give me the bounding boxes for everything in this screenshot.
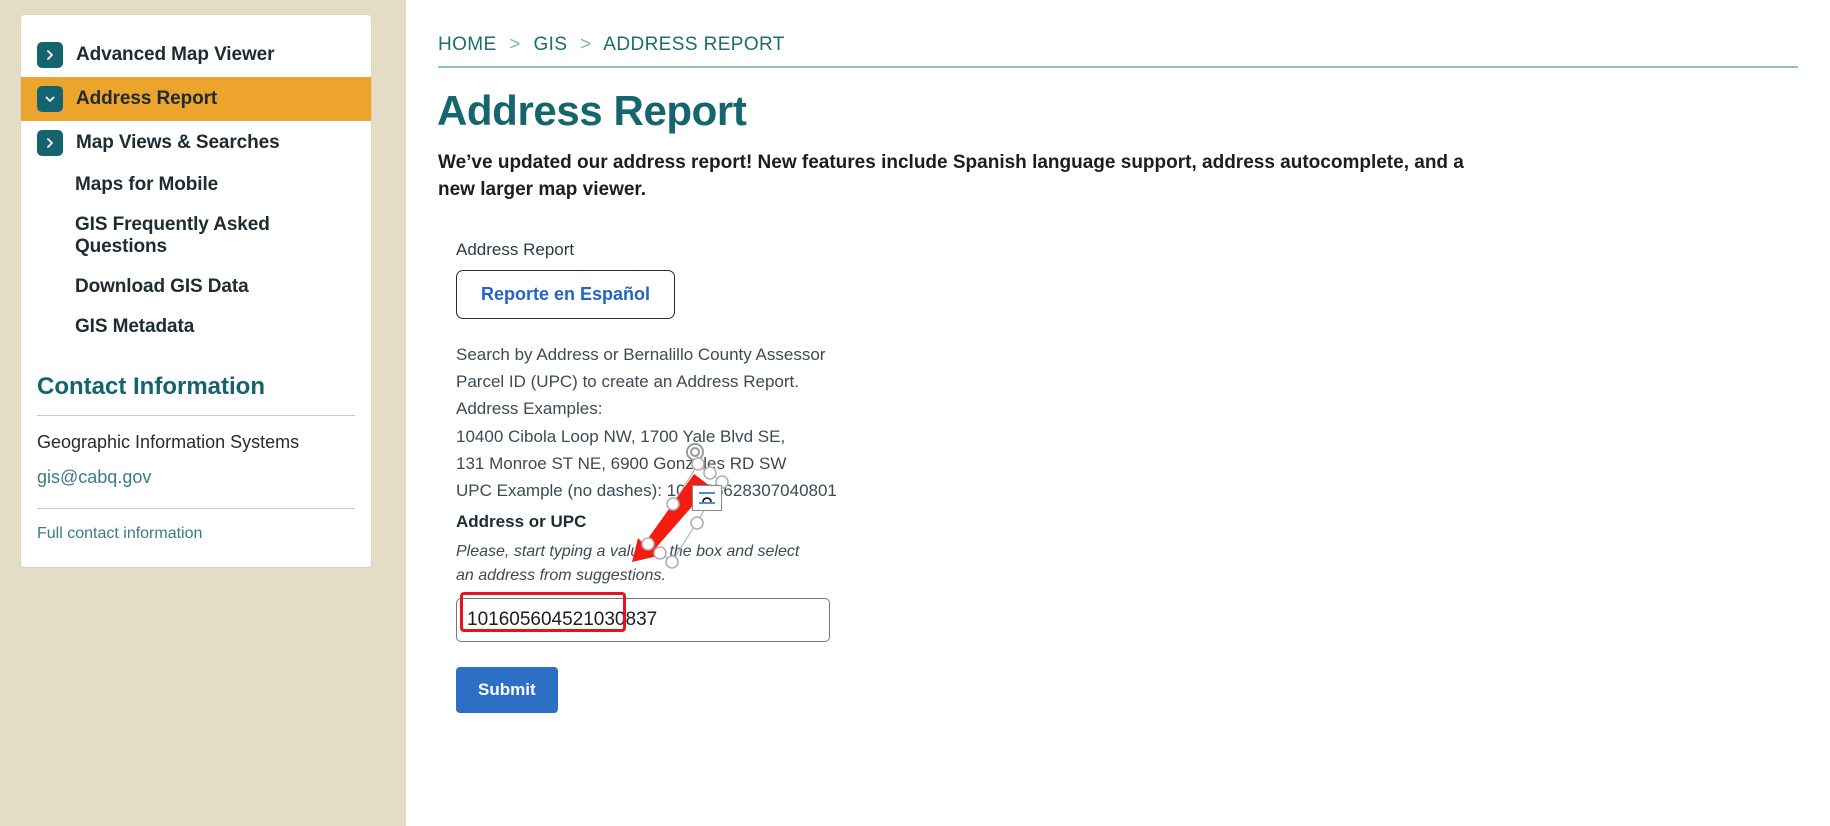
chevron-right-icon: [37, 42, 63, 68]
breadcrumb-item-address-report: ADDRESS REPORT: [603, 34, 785, 55]
sidebar-item-label: Address Report: [76, 88, 218, 109]
page-root: Advanced Map Viewer Address Report Map V…: [0, 0, 1830, 826]
sidebar-item-label: Advanced Map Viewer: [76, 44, 275, 65]
submit-button[interactable]: Submit: [456, 667, 558, 714]
sidebar-item-maps-for-mobile[interactable]: Maps for Mobile: [21, 165, 371, 205]
breadcrumb: HOME > GIS > ADDRESS REPORT: [438, 34, 785, 56]
main-content: HOME > GIS > ADDRESS REPORT Address Repo…: [406, 0, 1830, 826]
full-contact-information-link[interactable]: Full contact information: [21, 509, 371, 543]
sidebar-item-address-report[interactable]: Address Report: [21, 77, 371, 121]
contact-department: Geographic Information Systems: [37, 432, 300, 452]
chevron-right-icon: [37, 130, 63, 156]
text-wrap-icon[interactable]: [692, 485, 722, 511]
help-line: 131 Monroe ST NE, 6900 Gonzales RD SW: [456, 453, 787, 473]
help-line: 10400 Cibola Loop NW, 1700 Yale Blvd SE,: [456, 426, 786, 446]
form-section-label: Address Report: [456, 240, 575, 259]
sidebar-item-gis-faq[interactable]: GIS Frequently Asked Questions: [21, 205, 371, 267]
contact-information-heading: Contact Information: [37, 373, 265, 400]
breadcrumb-rule: [438, 66, 1798, 68]
breadcrumb-item-home[interactable]: HOME: [438, 34, 497, 55]
chevron-down-icon: [37, 86, 63, 112]
sidebar-item-advanced-map-viewer[interactable]: Advanced Map Viewer: [21, 33, 371, 77]
address-input-wrapper: [456, 588, 830, 643]
spanish-report-button[interactable]: Reporte en Español: [456, 270, 676, 319]
address-or-upc-input[interactable]: [456, 598, 830, 643]
breadcrumb-separator: >: [509, 34, 521, 55]
help-line: Search by Address or Bernalillo County A…: [456, 345, 826, 364]
address-or-upc-label: Address or UPC: [456, 512, 587, 532]
intro-paragraph: We’ve updated our address report! New fe…: [438, 152, 1464, 200]
page-title: Address Report: [437, 87, 747, 134]
contact-email-link[interactable]: gis@cabq.gov: [21, 453, 371, 488]
help-line: Address Examples:: [456, 399, 603, 419]
sidebar-nav: Advanced Map Viewer Address Report Map V…: [21, 15, 371, 347]
sidebar-item-label: Map Views & Searches: [76, 132, 280, 153]
sidebar-item-gis-metadata[interactable]: GIS Metadata: [21, 307, 371, 347]
sidebar-item-download-gis-data[interactable]: Download GIS Data: [21, 267, 371, 307]
sidebar: Advanced Map Viewer Address Report Map V…: [20, 14, 372, 568]
address-report-form: Address Report Reporte en Español Search…: [456, 240, 1076, 714]
breadcrumb-item-gis[interactable]: GIS: [533, 34, 567, 55]
form-help-text: Search by Address or Bernalillo County A…: [456, 341, 1076, 504]
sidebar-item-map-views-searches[interactable]: Map Views & Searches: [21, 121, 371, 165]
help-line: UPC Example (no dashes): 101405628307040…: [456, 480, 837, 500]
breadcrumb-separator: >: [580, 34, 592, 55]
address-field-hint: Please, start typing a value in the box …: [456, 543, 800, 585]
help-line: Parcel ID (UPC) to create an Address Rep…: [456, 372, 799, 392]
